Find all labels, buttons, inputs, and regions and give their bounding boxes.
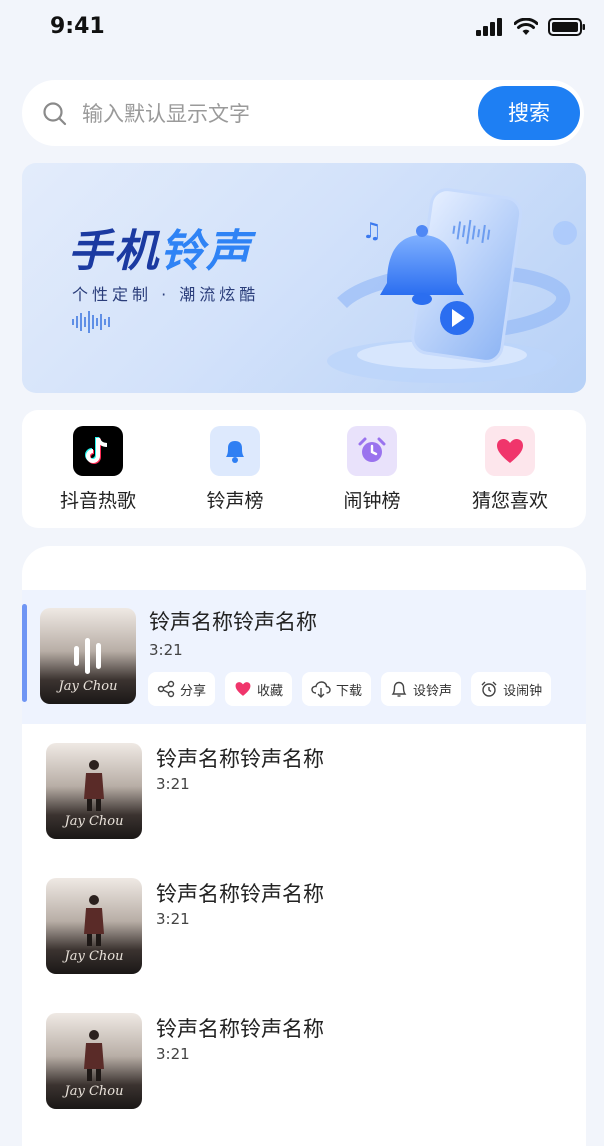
album-cover: Jay Chou — [40, 608, 136, 704]
banner-title: 手机铃声 — [68, 215, 252, 279]
download-button[interactable]: 下载 — [302, 672, 372, 706]
search-bar: 搜索 — [22, 80, 584, 146]
shortcut-ringtone-chart[interactable]: 铃声榜 — [175, 426, 295, 513]
status-bar: 9:41 — [0, 0, 604, 60]
artist-figure — [84, 895, 104, 946]
share-label: 分享 — [180, 683, 207, 699]
bell-icon — [210, 426, 260, 476]
shortcut-label: 抖音热歌 — [59, 490, 136, 512]
shortcut-label: 猜您喜欢 — [471, 490, 548, 512]
category-shortcuts: 抖音热歌 铃声榜 闹钟榜 猜您喜欢 — [22, 410, 586, 528]
wifi-icon — [514, 18, 538, 35]
favorite-label: 收藏 — [257, 683, 284, 699]
album-cover: Jay Chou — [46, 1013, 142, 1109]
svg-text:♫: ♫ — [362, 219, 382, 244]
tiktok-icon — [73, 426, 123, 476]
promo-banner[interactable]: 手机铃声 个性定制 · 潮流炫酷 ♫ — [22, 163, 586, 393]
list-item-active[interactable]: Jay Chou 铃声名称铃声名称 3:21 分享 收藏 下载 设铃声 设闹钟 — [22, 590, 586, 724]
ringtone-list: Jay Chou 铃声名称铃声名称 3:21 分享 收藏 下载 设铃声 设闹钟 … — [22, 546, 586, 1146]
set-alarm-button[interactable]: 设闹钟 — [471, 672, 552, 706]
shortcut-recommended[interactable]: 猜您喜欢 — [450, 426, 570, 513]
shortcut-label: 铃声榜 — [206, 490, 264, 512]
alarm-clock-icon — [347, 426, 397, 476]
active-indicator — [22, 604, 27, 702]
shortcut-alarm-chart[interactable]: 闹钟榜 — [312, 426, 432, 513]
song-duration: 3:21 — [149, 641, 183, 659]
cover-text: Jay Chou — [58, 679, 118, 694]
battery-icon — [548, 18, 585, 36]
heart-icon — [235, 682, 251, 696]
signal-icon — [476, 18, 502, 36]
share-button[interactable]: 分享 — [148, 672, 216, 706]
status-time: 9:41 — [50, 14, 105, 39]
cover-text: Jay Chou — [64, 1084, 124, 1099]
set-ringtone-button[interactable]: 设铃声 — [381, 672, 462, 706]
set-ringtone-label: 设铃声 — [413, 683, 453, 699]
cover-text: Jay Chou — [64, 814, 124, 829]
cloud-download-icon — [311, 681, 331, 698]
song-actions: 分享 收藏 下载 设铃声 设闹钟 — [148, 672, 552, 706]
song-title: 铃声名称铃声名称 — [156, 882, 324, 906]
song-title: 铃声名称铃声名称 — [149, 610, 317, 634]
alarm-outline-icon — [481, 681, 497, 697]
banner-title-part1: 手机 — [68, 226, 160, 277]
song-title: 铃声名称铃声名称 — [156, 1017, 324, 1041]
album-cover: Jay Chou — [46, 878, 142, 974]
bell-outline-icon — [391, 681, 407, 697]
search-icon — [43, 102, 67, 126]
heart-icon — [485, 426, 535, 476]
cover-text: Jay Chou — [64, 949, 124, 964]
banner-subtitle: 个性定制 · 潮流炫酷 — [72, 285, 260, 304]
artist-figure — [84, 760, 104, 811]
shortcut-tiktok-hits[interactable]: 抖音热歌 — [38, 426, 158, 513]
shortcut-label: 闹钟榜 — [343, 490, 401, 512]
favorite-button[interactable]: 收藏 — [225, 672, 293, 706]
artist-figure — [84, 1030, 104, 1081]
album-cover: Jay Chou — [46, 743, 142, 839]
song-duration: 3:21 — [156, 775, 190, 793]
search-input[interactable] — [80, 97, 464, 131]
share-icon — [157, 680, 175, 698]
song-duration: 3:21 — [156, 1045, 190, 1063]
sound-wave-icon — [72, 311, 110, 333]
song-duration: 3:21 — [156, 910, 190, 928]
status-icons — [476, 18, 586, 36]
playing-icon — [74, 638, 101, 674]
phone-bell-illustration: ♫ — [327, 188, 577, 383]
set-alarm-label: 设闹钟 — [503, 683, 543, 699]
song-title: 铃声名称铃声名称 — [156, 747, 324, 771]
search-button[interactable]: 搜索 — [478, 86, 580, 140]
download-label: 下载 — [336, 683, 363, 699]
banner-title-part2: 铃声 — [160, 226, 252, 277]
